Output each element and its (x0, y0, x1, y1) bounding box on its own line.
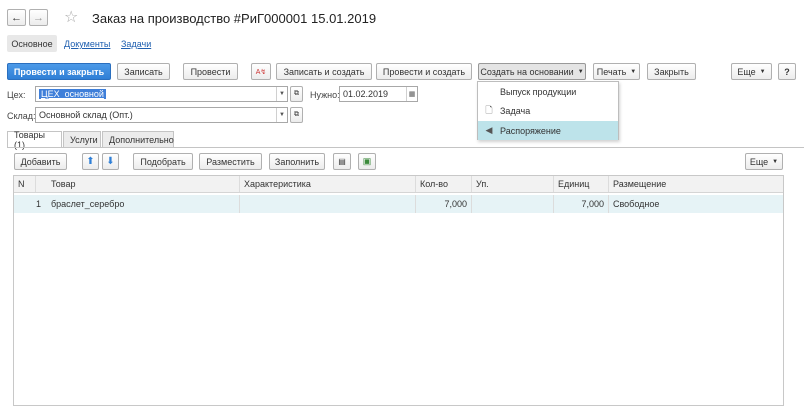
table-more-label: Еще (749, 156, 769, 167)
close-button[interactable]: Закрыть (647, 63, 696, 80)
workshop-field[interactable]: ЦЕХ_основной ▼ (35, 86, 288, 102)
chevron-down-icon: ▼ (759, 68, 766, 75)
cell-characteristic[interactable] (240, 195, 416, 213)
favorite-star-icon[interactable]: ☆ (64, 7, 78, 27)
dropdown-arrow-icon[interactable]: ▼ (276, 108, 287, 122)
comment-icon: ▤ (338, 157, 346, 166)
section-tasks-link[interactable]: Задачи (121, 39, 151, 49)
post-and-create-button[interactable]: Провести и создать (376, 63, 472, 80)
column-header-item[interactable]: Товар (47, 176, 240, 192)
menu-item-order[interactable]: ◀ Распоряжение (478, 121, 618, 140)
more-label: Еще (737, 66, 756, 77)
cell-pack[interactable] (472, 195, 554, 213)
cell-quantity[interactable]: 7,000 (416, 195, 472, 213)
chevron-down-icon: ▼ (630, 68, 637, 75)
menu-item-production-output[interactable]: Выпуск продукции (478, 82, 618, 101)
cell-units[interactable]: 7,000 (554, 195, 609, 213)
cell-n: 1 (35, 199, 41, 209)
warehouse-label: Склад: (7, 111, 36, 121)
more-button[interactable]: Еще ▼ (731, 63, 772, 80)
post-and-close-button[interactable]: Провести и закрыть (7, 63, 111, 80)
arrow-down-icon: ⬇ (106, 156, 115, 167)
help-button[interactable]: ? (778, 63, 796, 80)
table-header: N Товар Характеристика Кол-во Уп. Единиц… (14, 176, 783, 193)
column-header-quantity[interactable]: Кол-во (416, 176, 472, 192)
document-icon: 🗋 (485, 104, 493, 115)
print-label: Печать (596, 66, 627, 77)
window-title: Заказ на производство #РиГ000001 15.01.2… (92, 11, 377, 26)
needed-label: Нужно: (310, 90, 340, 100)
spellcheck-button[interactable]: A↯ (251, 63, 271, 80)
add-button[interactable]: Добавить (14, 153, 67, 170)
cell-item[interactable]: браслет_серебро (47, 195, 240, 213)
menu-item-label: Распоряжение (500, 125, 561, 136)
column-header-pack[interactable]: Уп. (472, 176, 554, 192)
create-based-on-button[interactable]: Создать на основании ▼ (478, 63, 586, 80)
chevron-down-icon: ▼ (772, 158, 779, 165)
comment-button[interactable]: ▤ (333, 153, 351, 170)
open-workshop-button[interactable]: ⧉ (290, 86, 303, 102)
workshop-label: Цех: (7, 90, 26, 100)
section-main[interactable]: Основное (7, 35, 57, 52)
spellcheck-icon: A↯ (255, 68, 267, 76)
forward-button[interactable]: → (29, 9, 48, 26)
tab-goods[interactable]: Товары (1) (7, 130, 62, 150)
move-down-button[interactable]: ⬇ (102, 153, 119, 170)
tab-services[interactable]: Услуги (63, 131, 101, 147)
workshop-value: ЦЕХ_основной (39, 89, 106, 99)
calendar-icon[interactable]: ▦ (406, 87, 417, 101)
open-link-icon: ⧉ (294, 90, 299, 97)
arrow-up-icon: ⬆ (86, 156, 95, 167)
open-link-icon: ⧉ (294, 111, 299, 118)
section-documents-link[interactable]: Документы (64, 39, 110, 49)
post-button[interactable]: Провести (183, 63, 238, 80)
table-more-button[interactable]: Еще ▼ (745, 153, 783, 170)
print-button[interactable]: Печать ▼ (593, 63, 640, 80)
place-button[interactable]: Разместить (199, 153, 262, 170)
tab-additional[interactable]: Дополнительно (102, 131, 174, 147)
goods-table: N Товар Характеристика Кол-во Уп. Единиц… (13, 175, 784, 406)
dropdown-arrow-icon[interactable]: ▼ (276, 87, 287, 101)
megaphone-icon: ◀ (485, 125, 493, 135)
menu-item-task[interactable]: 🗋 Задача (478, 101, 618, 120)
back-button[interactable]: ← (7, 9, 26, 26)
fill-button[interactable]: Заполнить (269, 153, 325, 170)
needed-date-field[interactable]: 01.02.2019 ▦ (339, 86, 418, 102)
chevron-down-icon: ▼ (577, 68, 584, 75)
open-warehouse-button[interactable]: ⧉ (290, 107, 303, 123)
create-based-on-menu: Выпуск продукции 🗋 Задача ◀ Распоряжение (477, 81, 619, 140)
pick-button[interactable]: Подобрать (133, 153, 193, 170)
save-button[interactable]: Записать (117, 63, 170, 80)
column-header-characteristic[interactable]: Характеристика (240, 176, 416, 192)
save-and-create-button[interactable]: Записать и создать (276, 63, 372, 80)
tab-panel-border (7, 147, 804, 148)
column-header-placement[interactable]: Размещение (609, 176, 783, 192)
warehouse-value: Основной склад (Опт.) (39, 110, 133, 120)
menu-item-label: Выпуск продукции (500, 86, 577, 97)
needed-date-value: 01.02.2019 (343, 89, 389, 99)
menu-item-label: Задача (500, 105, 531, 116)
create-based-on-label: Создать на основании (480, 66, 574, 77)
image-icon: ▣ (362, 156, 372, 166)
warehouse-field[interactable]: Основной склад (Опт.) ▼ (35, 107, 288, 123)
move-up-button[interactable]: ⬆ (82, 153, 99, 170)
column-header-n[interactable]: N (14, 176, 36, 192)
image-button[interactable]: ▣ (358, 153, 376, 170)
column-header-units[interactable]: Единиц (554, 176, 609, 192)
table-row[interactable]: 1 браслет_серебро 7,000 7,000 Свободное (14, 195, 783, 213)
cell-placement[interactable]: Свободное (609, 195, 783, 213)
